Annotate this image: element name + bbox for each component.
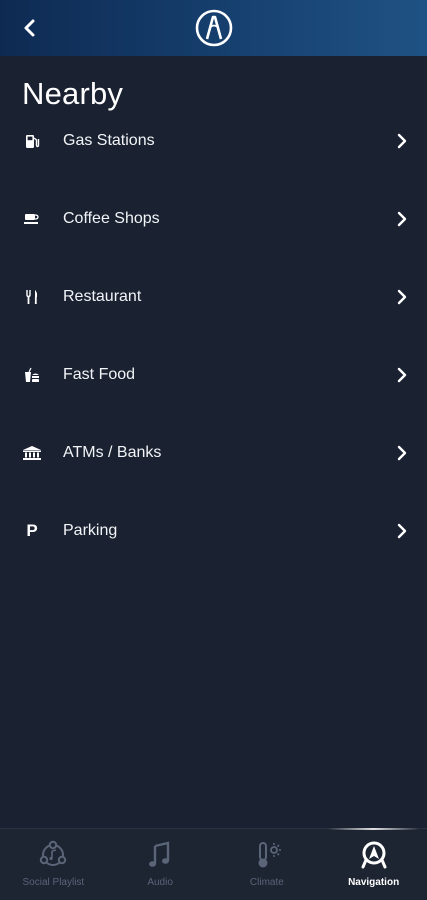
list-item-atms-banks[interactable]: ATMs / Banks — [0, 414, 427, 492]
tab-climate[interactable]: Climate — [214, 829, 321, 900]
list-item-label: Restaurant — [63, 288, 142, 305]
social-playlist-icon — [36, 839, 70, 871]
bank-icon — [22, 444, 42, 462]
app-header — [0, 0, 427, 56]
list-item-fast-food[interactable]: Fast Food — [0, 336, 427, 414]
fork-knife-icon — [22, 288, 42, 306]
tab-label: Social Playlist — [22, 877, 85, 888]
chevron-right-icon — [395, 443, 409, 463]
nearby-list: Gas Stations Coffee Shops Restaurant Fas… — [0, 102, 427, 570]
climate-icon — [250, 839, 284, 871]
list-item-label: ATMs / Banks — [63, 444, 162, 461]
tab-label: Navigation — [348, 877, 400, 888]
acura-logo-icon — [194, 8, 234, 48]
list-item-label: Gas Stations — [63, 132, 155, 149]
tab-audio[interactable]: Audio — [107, 829, 214, 900]
tab-social-playlist[interactable]: Social Playlist — [0, 829, 107, 900]
fast-food-icon — [22, 366, 42, 384]
tab-label: Climate — [249, 877, 284, 888]
list-item-label: Parking — [63, 522, 118, 539]
navigation-icon — [357, 839, 391, 871]
music-note-icon — [143, 839, 177, 871]
list-item-coffee-shops[interactable]: Coffee Shops — [0, 180, 427, 258]
tab-label: Audio — [147, 877, 173, 888]
chevron-right-icon — [395, 131, 409, 151]
chevron-right-icon — [395, 521, 409, 541]
list-item-label: Coffee Shops — [63, 210, 160, 227]
list-item-gas-stations[interactable]: Gas Stations — [0, 102, 427, 180]
gas-pump-icon — [22, 132, 42, 150]
chevron-right-icon — [395, 209, 409, 229]
list-item-label: Fast Food — [63, 366, 136, 383]
list-item-restaurant[interactable]: Restaurant — [0, 258, 427, 336]
chevron-right-icon — [395, 365, 409, 385]
parking-icon: P — [22, 521, 42, 540]
chevron-right-icon — [395, 287, 409, 307]
bottom-navigation: Social Playlist Audio Climate Navigation — [0, 828, 427, 900]
chevron-left-icon — [24, 19, 35, 37]
list-item-parking[interactable]: P Parking — [0, 492, 427, 570]
parking-glyph: P — [26, 521, 38, 540]
coffee-cup-icon — [22, 210, 42, 228]
back-button[interactable] — [14, 12, 46, 44]
tab-navigation[interactable]: Navigation — [320, 828, 427, 900]
